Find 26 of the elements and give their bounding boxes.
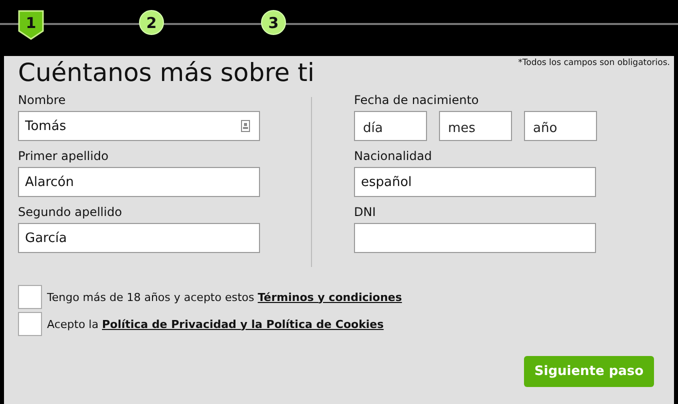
field-label: Segundo apellido bbox=[18, 205, 123, 219]
form-title: Cuéntanos más sobre ti bbox=[18, 58, 314, 87]
field-label: Nacionalidad bbox=[354, 149, 433, 163]
field-label: Nombre bbox=[18, 93, 67, 107]
date-field[interactable]: día bbox=[354, 111, 427, 141]
step-circle[interactable]: 3 bbox=[261, 10, 286, 35]
consent-text: Acepto la Política de Privacidad y la Política de Cookies bbox=[47, 318, 384, 330]
input-field[interactable]: español bbox=[354, 167, 596, 197]
input-field[interactable]: Alarcón bbox=[18, 167, 260, 197]
current-step-marker[interactable]: 1 bbox=[18, 10, 44, 40]
field-label: Primer apellido bbox=[18, 149, 110, 163]
checkbox[interactable] bbox=[18, 312, 42, 336]
field-label: DNI bbox=[354, 205, 377, 219]
input-field[interactable] bbox=[354, 223, 596, 253]
field-label: Fecha de nacimiento bbox=[354, 93, 480, 107]
consent-text: Tengo más de 18 años y acepto estos Términos y condiciones bbox=[47, 290, 402, 304]
contact-card-icon[interactable] bbox=[241, 120, 250, 132]
terms-link[interactable]: Política de Privacidad y la Política de Cookies bbox=[102, 318, 384, 330]
checkbox[interactable] bbox=[18, 285, 42, 309]
required-note: *Todos los campos son obligatorios. bbox=[518, 58, 670, 68]
date-field[interactable]: año bbox=[524, 111, 597, 141]
input-field[interactable]: García bbox=[18, 223, 260, 253]
input-field[interactable]: Tomás bbox=[18, 111, 260, 141]
terms-link[interactable]: Términos y condiciones bbox=[258, 290, 402, 304]
date-field[interactable]: mes bbox=[439, 111, 512, 141]
step-circle[interactable]: 2 bbox=[139, 10, 164, 35]
